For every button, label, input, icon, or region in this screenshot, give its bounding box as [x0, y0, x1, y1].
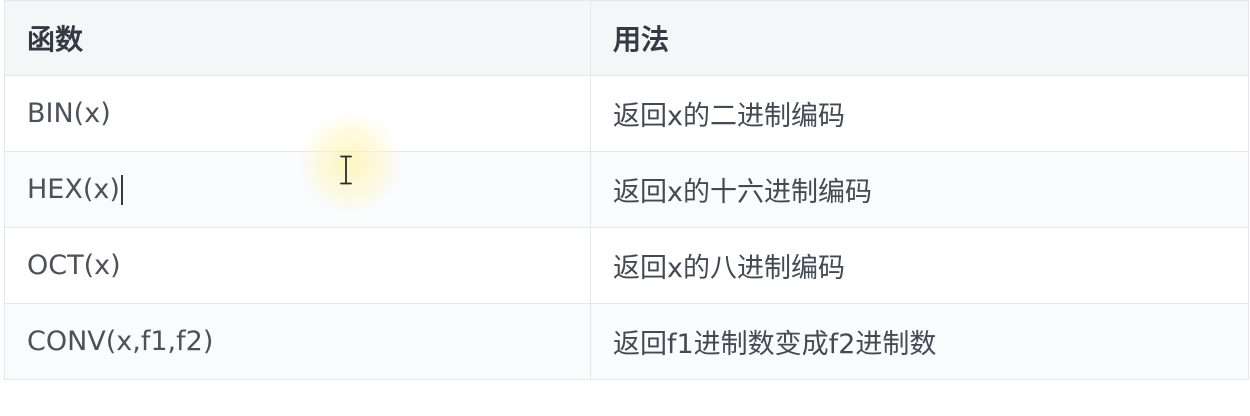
function-cell[interactable]: CONV(x,f1,f2) — [4, 303, 591, 380]
table-row: BIN(x) 返回x的二进制编码 — [4, 75, 1249, 152]
text-caret — [120, 175, 123, 206]
function-cell[interactable]: HEX(x) — [4, 151, 591, 228]
table-header-row: 函数 用法 — [4, 0, 1249, 76]
usage-cell[interactable]: 返回f1进制数变成f2进制数 — [590, 303, 1249, 380]
function-cell[interactable]: BIN(x) — [4, 75, 591, 152]
usage-cell[interactable]: 返回x的二进制编码 — [590, 75, 1249, 152]
function-cell[interactable]: OCT(x) — [4, 227, 591, 304]
header-function: 函数 — [4, 0, 591, 76]
usage-cell[interactable]: 返回x的八进制编码 — [590, 227, 1249, 304]
table-row: HEX(x) 返回x的十六进制编码 — [4, 151, 1249, 228]
table-row: OCT(x) 返回x的八进制编码 — [4, 227, 1249, 304]
usage-cell[interactable]: 返回x的十六进制编码 — [590, 151, 1249, 228]
functions-table-container: 函数 用法 BIN(x) 返回x的二进制编码 HEX(x) 返回x的十六进制编码… — [4, 0, 1249, 380]
function-text: HEX(x) — [27, 173, 120, 205]
header-usage: 用法 — [590, 0, 1249, 76]
functions-table: 函数 用法 BIN(x) 返回x的二进制编码 HEX(x) 返回x的十六进制编码… — [4, 0, 1249, 380]
table-row: CONV(x,f1,f2) 返回f1进制数变成f2进制数 — [4, 303, 1249, 380]
